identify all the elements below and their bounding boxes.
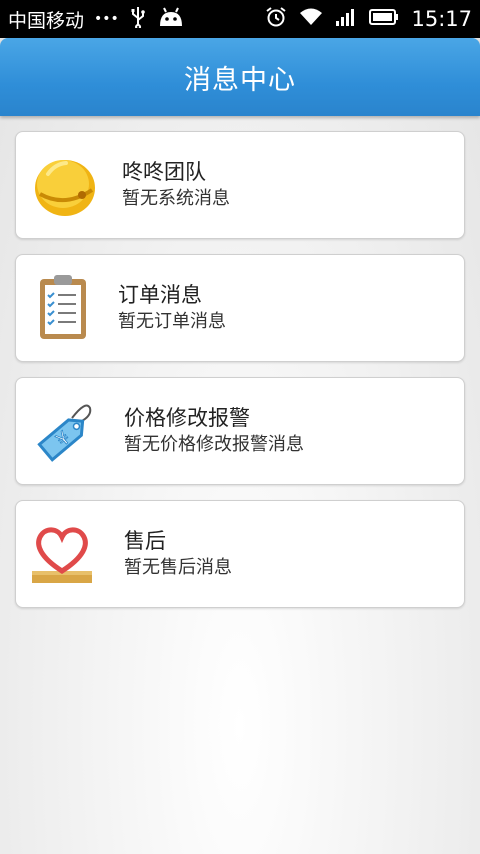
usb-icon xyxy=(129,6,147,33)
message-item-status: 暂无订单消息 xyxy=(118,311,226,332)
status-bar: 中国移动 ••• 15:17 xyxy=(0,0,480,38)
message-item-status: 暂无售后消息 xyxy=(124,557,232,578)
message-item-price-alert[interactable]: ¥ 价格修改报警 暂无价格修改报警消息 xyxy=(15,377,465,485)
price-tag-icon: ¥ xyxy=(30,396,100,466)
battery-icon xyxy=(369,8,399,30)
wifi-icon xyxy=(299,7,323,31)
message-item-title: 售后 xyxy=(124,529,166,553)
message-item-status: 暂无系统消息 xyxy=(122,188,230,209)
message-item-team[interactable]: 咚咚团队 暂无系统消息 xyxy=(15,131,465,239)
clock: 15:17 xyxy=(411,7,472,31)
page-title: 消息中心 xyxy=(184,64,296,96)
heart-icon xyxy=(30,519,100,589)
message-item-title: 价格修改报警 xyxy=(124,406,250,430)
carrier-label: 中国移动 xyxy=(8,9,85,32)
title-bar: 消息中心 xyxy=(0,38,480,116)
notification-dots: ••• xyxy=(94,11,119,27)
clipboard-icon xyxy=(30,273,100,343)
message-item-status: 暂无价格修改报警消息 xyxy=(124,434,304,455)
message-item-title: 咚咚团队 xyxy=(122,160,206,184)
alarm-icon xyxy=(265,6,287,32)
message-item-title: 订单消息 xyxy=(118,283,202,307)
signal-icon xyxy=(335,7,357,31)
message-item-orders[interactable]: 订单消息 暂无订单消息 xyxy=(15,254,465,362)
message-item-after-sales[interactable]: 售后 暂无售后消息 xyxy=(15,500,465,608)
bell-icon xyxy=(30,150,100,220)
android-icon xyxy=(157,6,185,33)
